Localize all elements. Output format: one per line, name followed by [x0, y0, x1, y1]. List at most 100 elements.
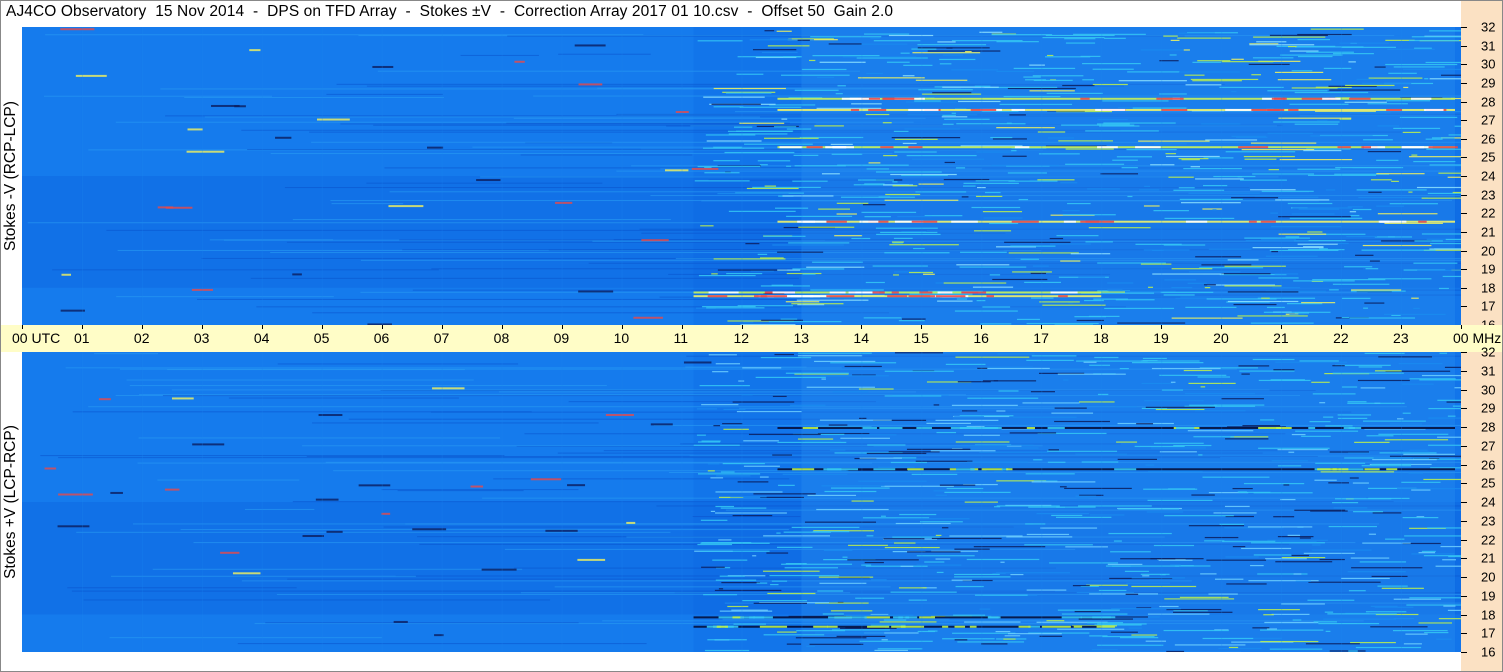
event-streak — [897, 215, 932, 218]
frequency-tick — [1461, 194, 1467, 196]
time-tick-label: 07 — [433, 330, 450, 346]
event-streak — [1023, 76, 1041, 78]
event-streak — [760, 285, 810, 287]
event-streak — [1204, 287, 1211, 289]
event-streak — [1225, 438, 1269, 440]
event-band-detail — [867, 625, 890, 628]
event-streak — [1384, 439, 1449, 441]
event-streak — [732, 514, 773, 517]
event-streak — [707, 470, 715, 472]
event-streak — [1294, 91, 1369, 94]
event-streak — [1413, 262, 1458, 264]
event-streak — [1430, 467, 1461, 469]
event-streak — [1406, 604, 1461, 606]
event-streak — [714, 589, 782, 592]
frequency-tick-label: 23 — [1481, 187, 1496, 203]
event-streak — [1426, 148, 1461, 150]
event-streak — [797, 438, 834, 440]
event-streak — [793, 154, 819, 157]
noise-line — [204, 116, 760, 118]
event-streak — [1280, 54, 1343, 56]
event-streak — [753, 602, 807, 604]
event-streak — [1323, 618, 1397, 620]
event-streak — [1227, 259, 1259, 261]
event-streak — [878, 196, 891, 198]
spectrogram-bottom — [22, 352, 1461, 652]
event-streak — [722, 423, 743, 425]
event-streak — [1424, 631, 1449, 634]
event-streak — [995, 630, 1011, 633]
noise-line — [460, 54, 539, 56]
event-streak — [766, 552, 789, 554]
event-streak — [1061, 124, 1135, 126]
event-band-detail — [827, 625, 838, 628]
event-streak — [1355, 646, 1422, 649]
event-streak — [1370, 179, 1392, 181]
early-speck — [626, 521, 636, 524]
event-streak — [1428, 444, 1461, 446]
event-streak — [1295, 430, 1359, 432]
early-speck — [249, 49, 261, 52]
frequency-tick — [1461, 176, 1467, 177]
frequency-tick — [1461, 389, 1467, 391]
event-streak — [1411, 297, 1419, 299]
event-streak — [1058, 140, 1113, 142]
event-streak — [1033, 459, 1043, 461]
time-tick — [1221, 325, 1223, 329]
time-tick — [681, 325, 683, 329]
event-streak — [1247, 526, 1313, 528]
event-band-detail — [1332, 468, 1349, 471]
event-streak — [1393, 127, 1441, 130]
event-streak — [1244, 158, 1277, 160]
event-streak — [1448, 555, 1461, 558]
frequency-tick — [1461, 652, 1467, 653]
hour-texture — [1341, 27, 1343, 325]
ylabel-top-wrap: Stokes -V (RCP-LCP) — [0, 27, 22, 325]
event-streak — [1437, 436, 1461, 438]
event-streak — [1082, 79, 1094, 81]
event-streak — [1440, 545, 1461, 548]
event-streak — [1073, 33, 1146, 35]
event-streak — [1165, 155, 1220, 158]
event-streak — [866, 72, 883, 75]
event-band-detail — [1185, 220, 1208, 223]
hour-texture — [1221, 27, 1223, 325]
event-streak — [1384, 222, 1443, 224]
event-streak — [720, 507, 767, 509]
event-streak — [1072, 585, 1090, 587]
event-streak — [1439, 352, 1448, 354]
event-streak — [935, 494, 947, 496]
event-streak — [790, 404, 826, 406]
event-streak — [1238, 365, 1270, 367]
time-tick — [1281, 325, 1283, 329]
event-streak — [914, 100, 941, 102]
event-streak — [807, 494, 857, 497]
event-streak — [1208, 593, 1238, 595]
early-speck — [171, 397, 194, 400]
event-streak — [776, 30, 792, 32]
event-band-detail — [1026, 427, 1035, 429]
hour-texture — [1041, 27, 1043, 325]
event-streak — [1164, 598, 1235, 600]
event-streak — [1160, 291, 1214, 293]
event-streak — [951, 40, 1023, 42]
event-streak — [814, 125, 844, 127]
event-streak — [1183, 369, 1212, 372]
event-streak — [1103, 122, 1176, 124]
event-streak — [1198, 454, 1203, 456]
event-band-detail — [905, 616, 918, 619]
event-streak — [1447, 176, 1461, 178]
event-streak — [1266, 628, 1278, 630]
event-streak — [1348, 452, 1371, 454]
event-streak — [722, 462, 765, 465]
event-streak — [1323, 416, 1334, 418]
hour-texture — [1281, 352, 1283, 652]
event-streak — [932, 92, 972, 94]
hour-texture — [1341, 352, 1343, 652]
event-streak — [1098, 589, 1127, 592]
time-tick-label: 03 — [193, 330, 210, 346]
noise-line — [292, 219, 671, 221]
event-streak — [1175, 565, 1211, 567]
early-speck — [164, 488, 180, 491]
early-speck — [683, 361, 712, 364]
